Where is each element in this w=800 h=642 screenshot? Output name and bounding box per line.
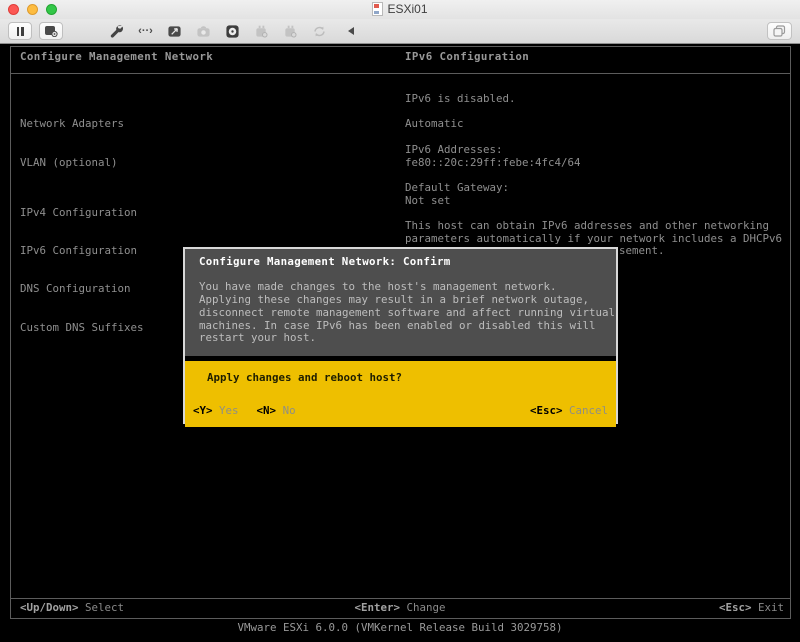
dialog-body-section: Configure Management Network: Confirm Yo… bbox=[185, 249, 616, 356]
sync-icon bbox=[311, 23, 328, 40]
show-all-windows-button[interactable] bbox=[767, 22, 792, 40]
menu-item-dns: DNS Configuration bbox=[20, 282, 131, 296]
settings-wrench-icon[interactable] bbox=[108, 23, 125, 40]
usb-device-2-icon bbox=[282, 23, 299, 40]
select-hint: <Up/Down> Select bbox=[20, 601, 125, 614]
window-title: ESXi01 bbox=[0, 2, 800, 16]
vm-toolbar: ‹··› bbox=[0, 19, 800, 44]
ipv6-detail-panel: IPv6 is disabled. Automatic IPv6 Address… bbox=[405, 92, 783, 245]
hard-disk-icon[interactable] bbox=[166, 23, 183, 40]
network-adapter-icon[interactable]: ‹··› bbox=[137, 23, 154, 40]
obscured-text-fragment: sement. bbox=[619, 244, 665, 257]
device-icons: ‹··› bbox=[108, 23, 359, 40]
window-title-text: ESXi01 bbox=[387, 2, 428, 16]
collapse-toolbar-icon[interactable] bbox=[342, 23, 359, 40]
snapshot-button[interactable] bbox=[39, 22, 63, 40]
menu-item-ipv6: IPv6 Configuration bbox=[20, 244, 138, 258]
dialog-message: You have made changes to the host's mana… bbox=[199, 280, 616, 345]
panel-title: IPv6 Configuration bbox=[405, 50, 530, 63]
camera-icon bbox=[195, 23, 212, 40]
vm-window: ESXi01 ‹··› Configure Management Network… bbox=[0, 0, 800, 642]
pause-icon bbox=[16, 26, 24, 36]
helpbar-divider bbox=[10, 598, 790, 599]
menu-item-network-adapters: Network Adapters bbox=[20, 117, 125, 131]
menu-item-vlan: VLAN (optional) bbox=[20, 155, 118, 169]
help-bar: <Up/Down> Select <Enter> Change <Esc> Ex… bbox=[10, 601, 790, 615]
overlap-windows-icon bbox=[773, 25, 786, 37]
usb-device-icon bbox=[253, 23, 270, 40]
dialog-title: Configure Management Network: Confirm bbox=[199, 255, 451, 268]
yes-action[interactable]: <Y> Yes bbox=[193, 404, 239, 418]
titlebar[interactable]: ESXi01 bbox=[0, 0, 800, 19]
header-divider bbox=[10, 73, 790, 74]
dialog-action-section: Apply changes and reboot host? <Y> Yes <… bbox=[185, 361, 616, 427]
network-menu: Network Adapters VLAN (optional) IPv4 Co… bbox=[20, 93, 144, 360]
cancel-action[interactable]: <Esc> Cancel bbox=[530, 404, 608, 418]
confirm-dialog: Configure Management Network: Confirm Yo… bbox=[183, 247, 618, 427]
pause-vm-button[interactable] bbox=[8, 22, 32, 40]
menu-item-ipv4: IPv4 Configuration bbox=[20, 206, 138, 220]
no-action[interactable]: <N> No bbox=[257, 404, 296, 418]
vm-document-icon bbox=[372, 2, 384, 16]
page-title: Configure Management Network bbox=[20, 50, 214, 63]
cd-dvd-icon[interactable] bbox=[224, 23, 241, 40]
change-hint: <Enter> Change bbox=[354, 601, 446, 614]
dialog-question: Apply changes and reboot host? bbox=[207, 371, 403, 384]
snapshot-icon bbox=[45, 26, 58, 37]
menu-item-custom-dns: Custom DNS Suffixes bbox=[20, 320, 144, 334]
exit-hint: <Esc> Exit bbox=[718, 601, 784, 614]
esxi-console[interactable]: Configure Management Network IPv6 Config… bbox=[0, 44, 800, 642]
esxi-version-footer: VMware ESXi 6.0.0 (VMKernel Release Buil… bbox=[237, 621, 563, 634]
dialog-key-hints: <Y> Yes <N> No <Esc> Cancel bbox=[193, 404, 608, 418]
